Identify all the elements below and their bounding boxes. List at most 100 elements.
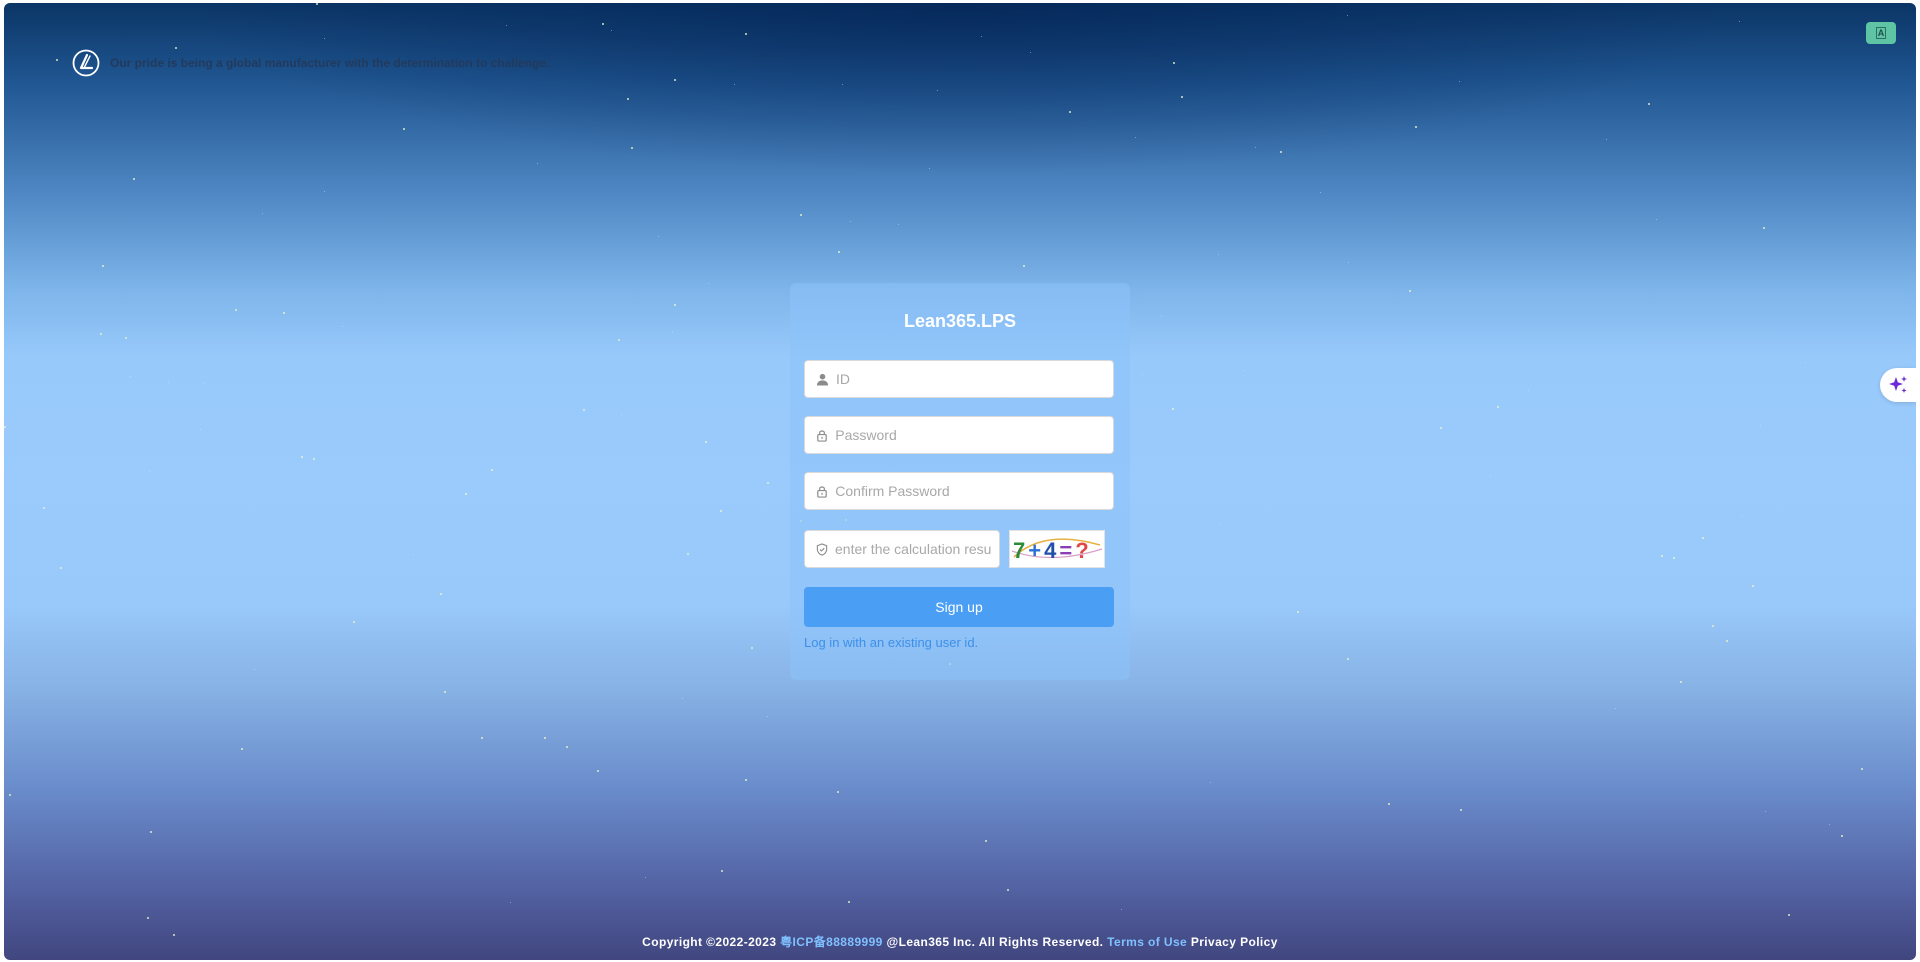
privacy-link[interactable]: Privacy Policy bbox=[1191, 935, 1278, 949]
star bbox=[1702, 537, 1704, 539]
star bbox=[1490, 475, 1491, 476]
star bbox=[1030, 52, 1031, 53]
star bbox=[842, 84, 843, 85]
star bbox=[1243, 370, 1244, 371]
star bbox=[1135, 137, 1136, 138]
star bbox=[1497, 406, 1499, 408]
lean-logo-icon bbox=[72, 49, 100, 77]
star bbox=[720, 510, 722, 512]
star bbox=[324, 38, 325, 39]
star bbox=[444, 691, 446, 693]
assistant-button[interactable] bbox=[1880, 368, 1916, 402]
terms-link[interactable]: Terms of Use bbox=[1107, 935, 1187, 949]
star bbox=[1121, 909, 1122, 910]
brand-slogan: Our pride is being a global manufacturer… bbox=[110, 56, 550, 70]
star bbox=[342, 326, 343, 327]
star bbox=[1173, 62, 1175, 64]
star bbox=[313, 458, 315, 460]
star bbox=[1007, 889, 1009, 891]
user-icon bbox=[816, 372, 829, 386]
footer: Copyright ©2022-2023 粤ICP备88889999 @Lean… bbox=[4, 933, 1916, 950]
star bbox=[627, 98, 629, 100]
star bbox=[537, 163, 538, 164]
star bbox=[767, 716, 768, 717]
star bbox=[721, 870, 723, 872]
star bbox=[1615, 708, 1616, 709]
star bbox=[1760, 425, 1761, 426]
star bbox=[149, 471, 150, 472]
star bbox=[745, 33, 747, 35]
captcha-field[interactable] bbox=[804, 530, 1000, 568]
star bbox=[602, 23, 604, 25]
copyright-text: Copyright ©2022-2023 bbox=[642, 935, 777, 949]
star bbox=[301, 456, 303, 458]
star bbox=[1220, 524, 1221, 525]
language-switch-button[interactable]: A bbox=[1866, 22, 1896, 44]
star bbox=[1805, 362, 1806, 363]
star bbox=[200, 429, 201, 430]
sparkle-icon bbox=[1889, 376, 1907, 393]
password-input[interactable] bbox=[835, 427, 1105, 443]
signup-card: Lean365.LPS ID enter the calculation res… bbox=[790, 283, 1130, 680]
brand-header: Our pride is being a global manufacturer… bbox=[72, 49, 549, 77]
star bbox=[403, 128, 405, 130]
captcha-image[interactable]: 7 +4 =? bbox=[1009, 530, 1105, 568]
star bbox=[353, 621, 355, 623]
star bbox=[316, 3, 318, 5]
star bbox=[1161, 316, 1162, 317]
confirm-password-field[interactable] bbox=[804, 472, 1114, 510]
star bbox=[1210, 782, 1211, 783]
company-text: @Lean365 Inc. All Rights Reserved. bbox=[886, 935, 1104, 949]
confirm-password-input[interactable] bbox=[835, 483, 1105, 499]
login-link[interactable]: Log in with an existing user id. bbox=[804, 635, 978, 650]
lock-icon bbox=[816, 428, 828, 442]
star bbox=[1440, 427, 1442, 429]
star bbox=[631, 147, 633, 149]
star bbox=[566, 746, 568, 748]
star bbox=[1673, 557, 1675, 559]
star bbox=[491, 469, 493, 471]
star bbox=[60, 567, 62, 569]
star bbox=[1255, 147, 1256, 148]
star bbox=[4, 426, 6, 428]
star bbox=[929, 168, 930, 169]
star bbox=[440, 593, 442, 595]
password-field[interactable] bbox=[804, 416, 1114, 454]
star bbox=[56, 59, 58, 61]
captcha-graphic: 7 +4 =? bbox=[1011, 538, 1103, 563]
captcha-input[interactable] bbox=[835, 541, 991, 557]
id-field[interactable] bbox=[804, 360, 1114, 398]
star bbox=[767, 482, 769, 484]
translate-icon: A bbox=[1875, 27, 1887, 39]
star bbox=[1460, 809, 1462, 811]
star bbox=[1320, 192, 1321, 193]
star bbox=[241, 748, 243, 750]
star bbox=[1841, 835, 1843, 837]
star bbox=[1726, 640, 1728, 642]
star bbox=[1861, 768, 1863, 770]
star bbox=[9, 794, 11, 796]
star bbox=[672, 332, 673, 333]
id-input[interactable] bbox=[836, 371, 1105, 387]
star bbox=[1656, 219, 1657, 220]
form-title: Lean365.LPS bbox=[903, 311, 1017, 331]
top-glow bbox=[4, 3, 1916, 173]
star bbox=[465, 493, 467, 495]
star bbox=[203, 383, 204, 384]
star bbox=[1680, 681, 1682, 683]
signup-page-background: Our pride is being a global manufacturer… bbox=[4, 3, 1916, 960]
star bbox=[283, 312, 285, 314]
star bbox=[1023, 265, 1025, 267]
signup-button[interactable]: Sign up bbox=[804, 587, 1114, 627]
star bbox=[235, 309, 237, 311]
star bbox=[130, 376, 131, 377]
star bbox=[1347, 658, 1349, 660]
star bbox=[745, 779, 747, 781]
icp-link[interactable]: 粤ICP备88889999 bbox=[780, 935, 883, 949]
shield-icon bbox=[816, 542, 828, 556]
star bbox=[1606, 139, 1607, 140]
star bbox=[705, 441, 707, 443]
star bbox=[43, 507, 45, 509]
star bbox=[262, 213, 263, 214]
star bbox=[674, 304, 676, 306]
